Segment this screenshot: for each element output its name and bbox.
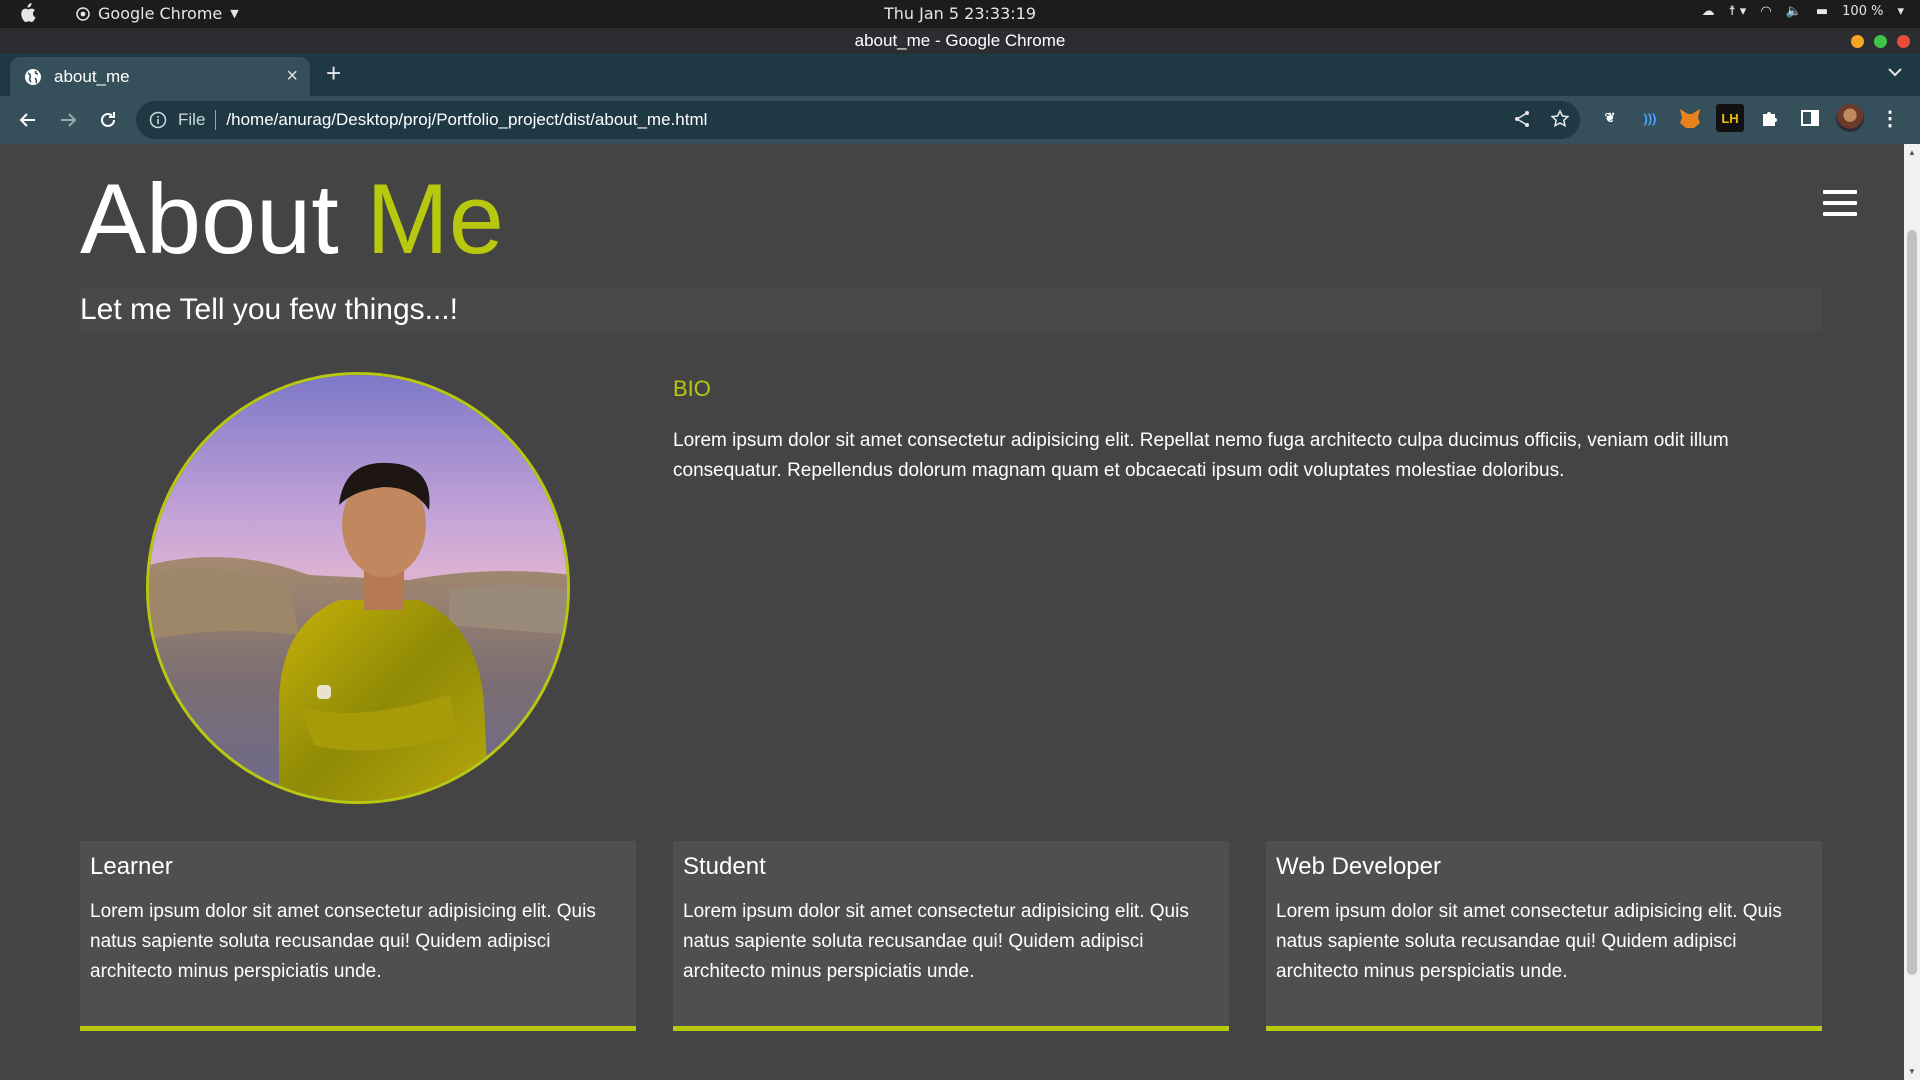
profile-photo xyxy=(146,372,570,804)
menu-bar xyxy=(1823,190,1857,194)
menu-bar xyxy=(1823,201,1857,205)
close-icon[interactable]: × xyxy=(286,65,298,88)
card-web-developer: Web Developer Lorem ipsum dolor sit amet… xyxy=(1266,841,1822,1031)
volume-icon[interactable]: 🔈 xyxy=(1786,4,1802,19)
card-title: Web Developer xyxy=(1276,853,1441,880)
maximize-button[interactable] xyxy=(1874,35,1887,48)
battery-level: 100 % xyxy=(1842,4,1884,19)
card-text: Lorem ipsum dolor sit amet consectetur a… xyxy=(90,901,596,982)
new-tab-button[interactable]: + xyxy=(326,58,341,89)
fox-icon[interactable] xyxy=(1676,104,1704,132)
bio-text: Lorem ipsum dolor sit amet consectetur a… xyxy=(673,430,1729,481)
tab-search-chevron-icon[interactable] xyxy=(1888,64,1902,82)
chrome-small-icon xyxy=(76,6,90,21)
tab-title: about_me xyxy=(54,66,130,86)
subtitle: Let me Tell you few things...! xyxy=(80,288,1822,332)
arrow-left-icon xyxy=(19,113,35,127)
app-menu[interactable]: Google Chrome ▼ xyxy=(76,4,239,23)
scrollbar-thumb[interactable] xyxy=(1907,230,1917,975)
info-icon[interactable] xyxy=(148,110,168,130)
apple-icon[interactable] xyxy=(18,3,36,23)
reload-button[interactable] xyxy=(92,104,124,136)
browser-toolbar: File /home/anurag/Desktop/proj/Portfolio… xyxy=(0,96,1920,144)
window-titlebar: about_me - Google Chrome xyxy=(0,28,1920,54)
app-name: Google Chrome xyxy=(98,4,223,23)
chevron-down-icon: ▼ xyxy=(230,7,239,20)
extensions-area: ❦ ))) LH ⋮ xyxy=(1596,104,1904,132)
scroll-down-icon[interactable]: ▼ xyxy=(1908,1067,1916,1076)
card-title: Learner xyxy=(90,853,173,880)
puzzle-icon[interactable] xyxy=(1756,104,1784,132)
share-icon[interactable] xyxy=(1512,109,1532,129)
url-text[interactable]: /home/anurag/Desktop/proj/Portfolio_proj… xyxy=(226,110,707,130)
globe-icon xyxy=(25,68,41,85)
minimize-button[interactable] xyxy=(1851,35,1864,48)
paw-icon[interactable]: ❦ xyxy=(1596,104,1624,132)
hamburger-menu-icon[interactable] xyxy=(1823,190,1857,216)
page-title: About Me xyxy=(80,162,504,276)
card-text: Lorem ipsum dolor sit amet consectetur a… xyxy=(1276,901,1782,982)
tab-about-me[interactable]: about_me × xyxy=(10,57,310,96)
wifi-icon[interactable]: ◠ xyxy=(1760,4,1771,19)
title-accent: Me xyxy=(366,163,504,274)
address-bar[interactable]: File /home/anurag/Desktop/proj/Portfolio… xyxy=(136,101,1580,139)
os-clock[interactable]: Thu Jan 5 23:33:19 xyxy=(0,4,1920,23)
divider xyxy=(215,110,217,130)
arrow-right-icon xyxy=(61,113,77,127)
battery-icon[interactable]: ▬ xyxy=(1816,4,1828,19)
profile-avatar[interactable] xyxy=(1836,104,1864,132)
vertical-scrollbar[interactable]: ▲ ▼ xyxy=(1904,144,1920,1080)
forward-button[interactable] xyxy=(52,104,84,136)
card-student: Student Lorem ipsum dolor sit amet conse… xyxy=(673,841,1229,1031)
reload-icon xyxy=(101,112,115,127)
sidepanel-icon[interactable] xyxy=(1796,104,1824,132)
page-viewport: About Me Let me Tell you few things...! xyxy=(0,144,1904,1080)
tab-strip: about_me × xyxy=(0,54,1920,96)
omnibox-actions xyxy=(1512,109,1570,129)
system-tray[interactable]: ☁ ☨ ▾ ◠ 🔈 ▬ 100 % ▾ xyxy=(1702,4,1904,19)
window-controls xyxy=(1851,35,1910,48)
star-icon[interactable] xyxy=(1550,109,1570,129)
title-main: About xyxy=(80,163,339,274)
chevron-down-icon[interactable]: ▾ xyxy=(1897,4,1904,19)
back-button[interactable] xyxy=(12,104,44,136)
card-title: Student xyxy=(683,853,766,880)
menu-bar xyxy=(1823,212,1857,216)
lighthouse-icon[interactable]: LH xyxy=(1716,104,1744,132)
accessibility-icon[interactable]: ☨ ▾ xyxy=(1729,4,1747,19)
window-title: about_me - Google Chrome xyxy=(854,31,1066,50)
os-top-bar: Google Chrome ▼ Thu Jan 5 23:33:19 ☁ ☨ ▾… xyxy=(0,0,1920,28)
bio-title: BIO xyxy=(673,376,711,401)
wave-icon[interactable]: ))) xyxy=(1636,104,1664,132)
scroll-up-icon[interactable]: ▲ xyxy=(1908,148,1916,157)
card-learner: Learner Lorem ipsum dolor sit amet conse… xyxy=(80,841,636,1031)
scheme-label: File xyxy=(178,110,206,129)
kebab-menu-icon[interactable]: ⋮ xyxy=(1876,104,1904,132)
cloud-icon[interactable]: ☁ xyxy=(1702,4,1715,19)
close-window-button[interactable] xyxy=(1897,35,1910,48)
card-text: Lorem ipsum dolor sit amet consectetur a… xyxy=(683,901,1189,982)
